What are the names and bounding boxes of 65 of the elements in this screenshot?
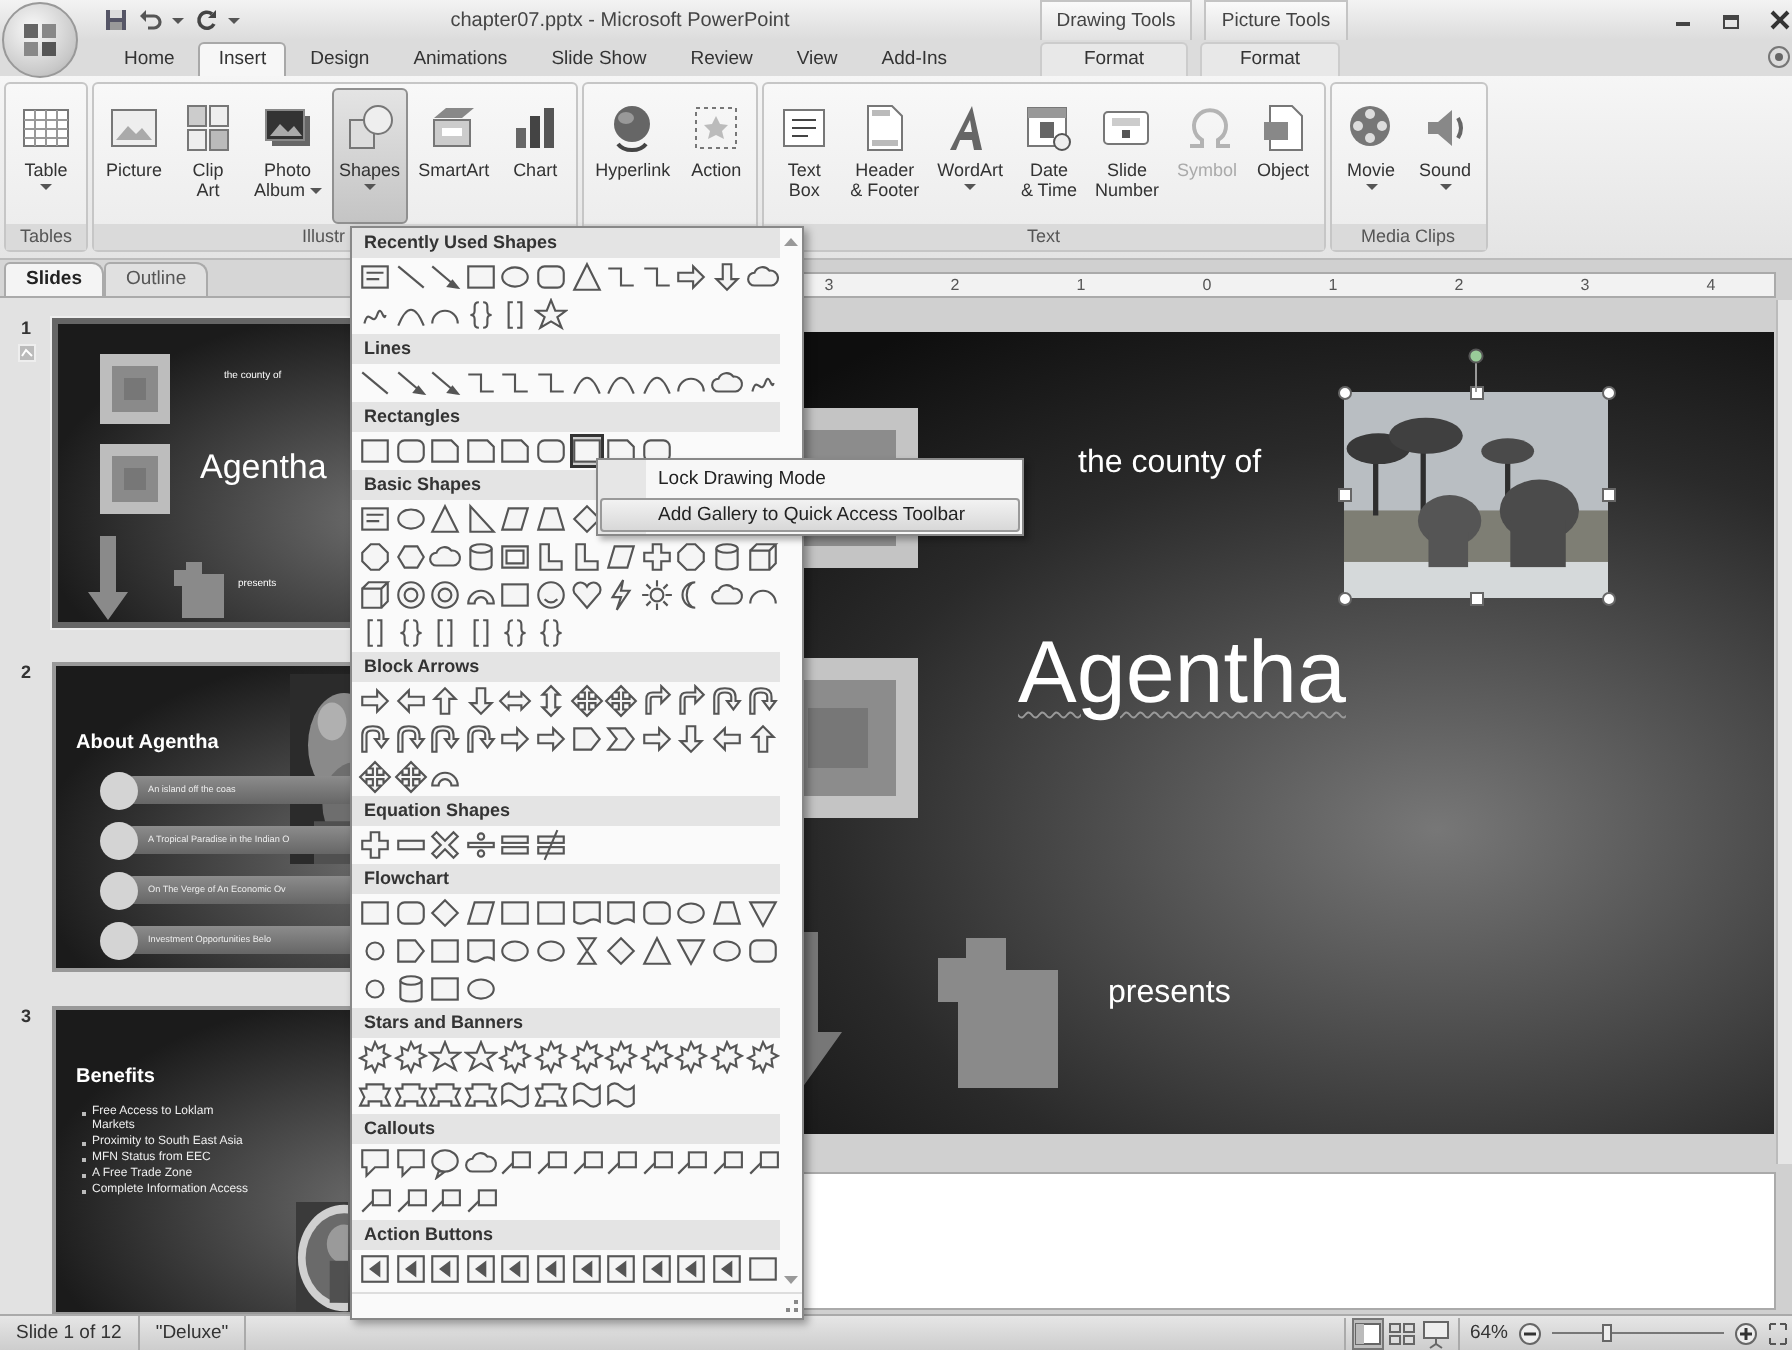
slide-number: 1 [20, 318, 31, 338]
group-label: Media Clips [1331, 224, 1485, 250]
ribbon-button[interactable]: Header & Footer [842, 88, 928, 224]
slide-subtitle: presents [1108, 976, 1231, 1012]
section-header: Block Arrows [352, 652, 781, 682]
ribbon-button[interactable]: Action [680, 88, 753, 224]
group-label: Tables [6, 224, 86, 250]
ribbon-button[interactable]: Hyperlink [587, 88, 679, 224]
ribbon-tab[interactable]: Slide Show [531, 42, 667, 76]
ribbon-tab[interactable]: Format [1040, 42, 1188, 76]
ribbon-button[interactable]: Picture [98, 88, 171, 224]
pane-tab[interactable]: Outline [104, 262, 209, 296]
ribbon-button[interactable]: Shapes [331, 88, 409, 224]
group-label: Text [764, 224, 1323, 250]
ribbon-tab[interactable]: Add-Ins [861, 42, 968, 76]
ribbon-tab[interactable]: Review [670, 42, 773, 76]
zoom-level: 64% [1469, 1322, 1508, 1344]
slide-title: Agentha [200, 448, 327, 488]
ribbon-button[interactable]: Chart [499, 88, 572, 224]
contextual-tab-header: Picture Tools [1204, 0, 1348, 40]
contextual-tab-header: Drawing Tools [1040, 0, 1192, 40]
section-header: Rectangles [352, 402, 781, 432]
ribbon-button[interactable]: Object [1247, 88, 1319, 224]
ribbon-button[interactable]: Table [10, 88, 82, 224]
ribbon-button[interactable]: WordArt [929, 88, 1011, 224]
pane-tab[interactable]: Slides [4, 262, 104, 296]
section-header: Callouts [352, 1114, 781, 1144]
section-header: Stars and Banners [352, 1008, 781, 1038]
ribbon-tab[interactable]: Animations [393, 42, 528, 76]
ruler-number: 1 [1074, 276, 1088, 294]
slide-title: About Agentha [76, 732, 219, 754]
slide-title: Agentha [1018, 624, 1346, 724]
status-text: Slide 1 of 12 [0, 1316, 140, 1350]
ruler-number: 4 [1704, 276, 1718, 294]
ribbon-button[interactable]: Date & Time [1012, 88, 1085, 224]
menu-item[interactable]: Add Gallery to Quick Access Toolbar [600, 498, 1020, 532]
ribbon-button[interactable]: Sound [1409, 88, 1481, 224]
ribbon-button[interactable]: Text Box [768, 88, 841, 224]
ruler-number: 1 [1326, 276, 1340, 294]
section-header: Action Buttons [352, 1220, 781, 1250]
slide-subtitle: the county of [1078, 446, 1262, 482]
ruler-number: 2 [948, 276, 962, 294]
ribbon-button[interactable]: Movie [1335, 88, 1407, 224]
ruler-number: 2 [1452, 276, 1466, 294]
slide-number: 3 [20, 1006, 31, 1026]
window-title: chapter07.pptx - Microsoft PowerPoint [448, 9, 792, 31]
section-header: Flowchart [352, 864, 781, 894]
ribbon-tab[interactable]: Insert [198, 42, 287, 76]
ruler-number: 0 [1200, 276, 1214, 294]
ribbon-tab[interactable]: Format [1200, 42, 1340, 76]
ribbon-button[interactable]: SmartArt [410, 88, 498, 224]
slide-number: 2 [20, 662, 31, 682]
ribbon-button[interactable]: Clip Art [172, 88, 245, 224]
status-text: "Deluxe" [139, 1316, 247, 1350]
section-header: Lines [352, 334, 781, 364]
ribbon-tab[interactable]: Home [104, 42, 195, 76]
ribbon-button[interactable]: Slide Number [1086, 88, 1167, 224]
ribbon-button[interactable]: Photo Album [246, 88, 330, 224]
ribbon-tab[interactable]: View [776, 42, 858, 76]
section-header: Equation Shapes [352, 796, 781, 826]
ruler-number: 3 [1578, 276, 1592, 294]
ruler-number: 3 [822, 276, 836, 294]
slide-title: Benefits [76, 1066, 155, 1088]
section-header: Recently Used Shapes [352, 228, 781, 258]
ribbon-tab[interactable]: Design [290, 42, 390, 76]
